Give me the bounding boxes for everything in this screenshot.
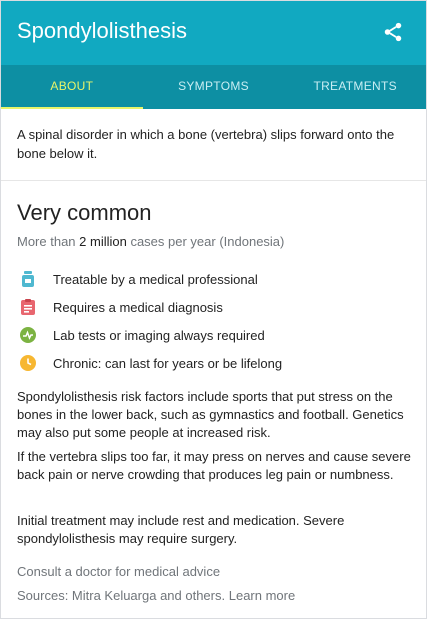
treatment-paragraph: Initial treatment may include rest and m… [17,513,345,546]
sources-line: Sources: Mitra Keluarga and others. Lear… [17,588,295,603]
cases-suffix: cases per year (Indonesia) [126,234,285,249]
tab-about[interactable]: ABOUT [1,65,143,109]
lab-test-icon [19,326,37,344]
medicine-bottle-icon [19,270,37,288]
fact-text: Treatable by a medical professional [53,271,258,287]
condition-description: A spinal disorder in which a bone (verte… [17,127,395,161]
prevalence-heading: Very common [17,200,152,225]
symptoms-paragraph: If the vertebra slips too far, it may pr… [17,449,411,482]
tab-treatments[interactable]: TREATMENTS [284,65,426,109]
fact-lab-tests: Lab tests or imaging always required [17,321,412,349]
clock-icon [19,354,37,372]
fact-text: Lab tests or imaging always required [53,327,265,343]
cases-per-year: More than 2 million cases per year (Indo… [17,234,284,249]
cases-prefix: More than [17,234,80,249]
share-icon[interactable] [382,21,404,43]
fact-chronic: Chronic: can last for years or be lifelo… [17,349,412,377]
fact-text: Requires a medical diagnosis [53,299,223,315]
fact-diagnosis: Requires a medical diagnosis [17,293,412,321]
knowledge-panel-card: Spondylolisthesis ABOUT SYMPTOMS TREATME… [0,0,427,619]
divider [1,180,426,181]
consult-doctor-note: Consult a doctor for medical advice [17,564,221,579]
header-bar: Spondylolisthesis [1,1,426,65]
sources-text: Sources: Mitra Keluarga and others. [17,588,226,603]
fact-treatable: Treatable by a medical professional [17,265,412,293]
tab-bar: ABOUT SYMPTOMS TREATMENTS [1,65,426,109]
clipboard-icon [19,298,37,316]
fact-text: Chronic: can last for years or be lifelo… [53,355,283,371]
tab-symptoms[interactable]: SYMPTOMS [143,65,285,109]
cases-amount: 2 million [79,234,127,249]
learn-more-link[interactable]: Learn more [229,588,295,603]
facts-list: Treatable by a medical professional Requ… [17,265,412,377]
risk-factors-paragraph: Spondylolisthesis risk factors include s… [17,389,404,440]
page-title: Spondylolisthesis [17,18,187,43]
